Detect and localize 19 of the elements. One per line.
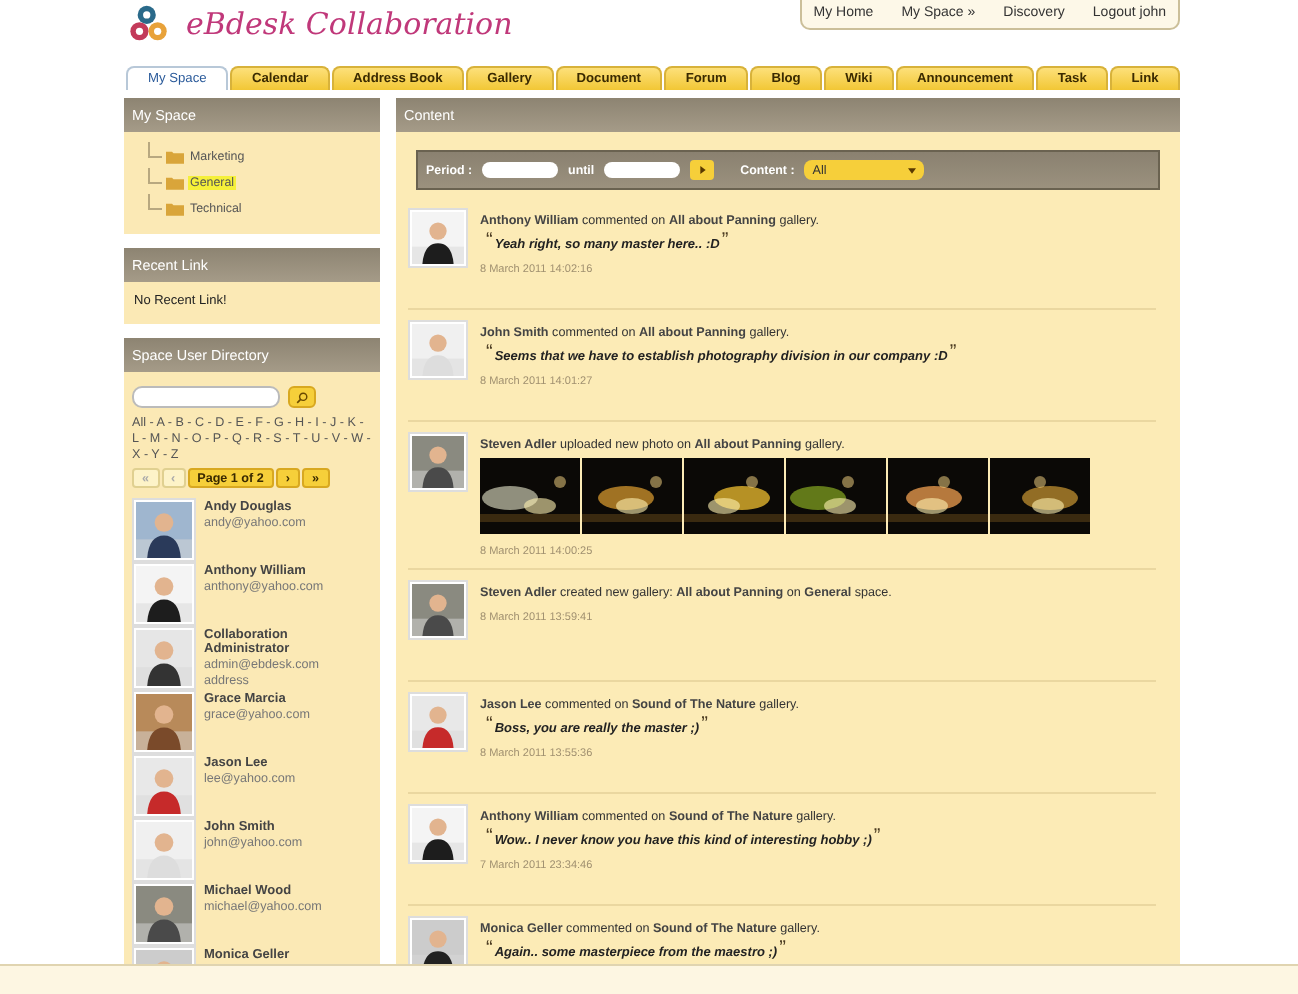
quote-mark: ”	[873, 830, 881, 846]
search-field[interactable]	[132, 386, 280, 408]
caret-icon	[908, 167, 917, 173]
date-field[interactable]	[482, 162, 559, 178]
logo-text: eBdesk Collaboration	[186, 6, 513, 42]
quote-mark: “	[486, 234, 493, 250]
quote-mark: ”	[949, 346, 957, 362]
quote-mark: ”	[721, 234, 729, 250]
search-icon	[296, 391, 308, 403]
quote-mark: “	[486, 718, 493, 734]
go-button[interactable]	[690, 160, 715, 180]
date-field[interactable]	[604, 162, 681, 178]
quote-mark: “	[486, 942, 493, 958]
quote-mark: “	[486, 830, 493, 846]
quote-mark: ”	[701, 718, 708, 734]
search-button[interactable]	[288, 386, 316, 408]
play-icon	[699, 166, 706, 174]
quote-mark: “	[486, 346, 493, 362]
quote-mark: ”	[779, 942, 786, 958]
